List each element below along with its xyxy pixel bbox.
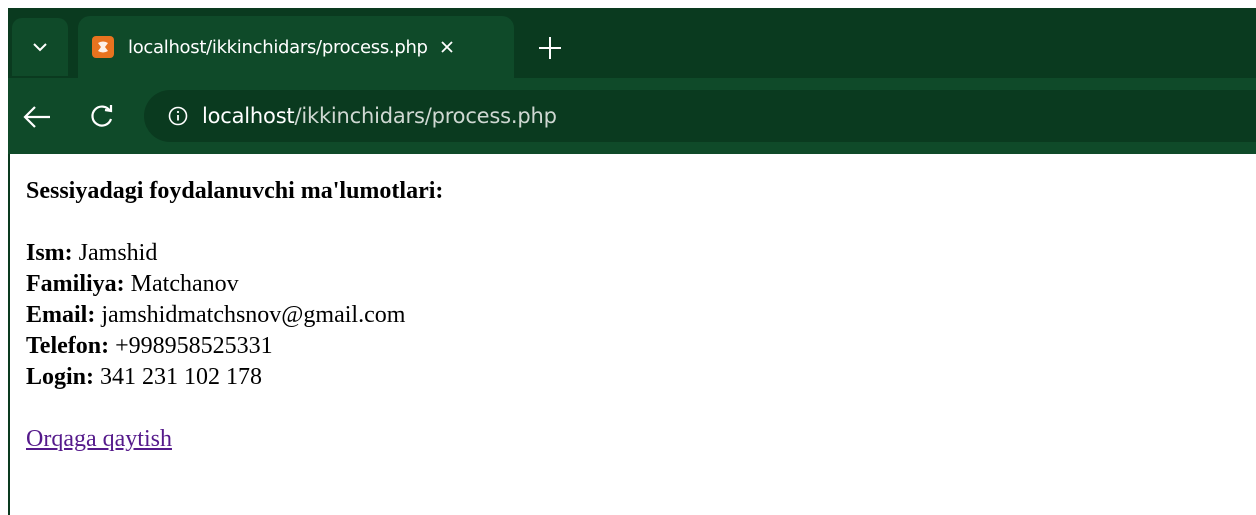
reload-icon (91, 105, 113, 127)
xampp-icon (92, 36, 114, 58)
field-value: jamshidmatchsnov@gmail.com (101, 302, 406, 328)
chevron-down-icon (33, 43, 47, 52)
back-link[interactable]: Orqaga qaytish (26, 424, 172, 455)
info-icon[interactable] (168, 106, 188, 126)
close-icon[interactable] (438, 38, 456, 56)
toolbar: localhost/ikkinchidars/process.php (8, 78, 1256, 154)
field-row-email: Email: jamshidmatchsnov@gmail.com (26, 300, 443, 331)
tab-title: localhost/ikkinchidars/process.php (128, 36, 428, 58)
field-value: 341 231 102 178 (100, 364, 263, 390)
plus-icon (539, 37, 561, 59)
field-label: Familiya: (26, 271, 125, 297)
page-content: Sessiyadagi foydalanuvchi ma'lumotlari: … (26, 176, 443, 455)
field-row-telefon: Telefon: +998958525331 (26, 331, 443, 362)
active-tab[interactable]: localhost/ikkinchidars/process.php (78, 16, 514, 78)
field-row-login: Login: 341 231 102 178 (26, 362, 443, 393)
tab-strip: localhost/ikkinchidars/process.php (8, 8, 1256, 78)
tab-search-button[interactable] (12, 18, 68, 76)
field-label: Ism: (26, 240, 73, 266)
browser-window: localhost/ikkinchidars/process.php local… (8, 8, 1256, 515)
page-heading: Sessiyadagi foydalanuvchi ma'lumotlari: (26, 178, 444, 204)
user-info-list: Ism: Jamshid Familiya: Matchanov Email: … (26, 238, 443, 393)
field-value: +998958525331 (115, 333, 273, 359)
page-viewport: Sessiyadagi foydalanuvchi ma'lumotlari: … (10, 154, 1256, 515)
field-row-familiya: Familiya: Matchanov (26, 269, 443, 300)
field-row-ism: Ism: Jamshid (26, 238, 443, 269)
field-label: Email: (26, 302, 96, 328)
url-path: /ikkinchidars/process.php (294, 104, 557, 128)
url-host: localhost (202, 104, 295, 128)
field-value: Matchanov (130, 271, 239, 297)
field-label: Telefon: (26, 333, 110, 359)
address-bar[interactable]: localhost/ikkinchidars/process.php (144, 90, 1256, 142)
field-label: Login: (26, 364, 95, 390)
reload-button[interactable] (88, 102, 116, 130)
back-button[interactable] (22, 104, 52, 130)
new-tab-button[interactable] (536, 34, 564, 62)
arrow-left-icon (23, 106, 50, 128)
field-value: Jamshid (78, 240, 158, 266)
url-text: localhost/ikkinchidars/process.php (202, 104, 557, 128)
